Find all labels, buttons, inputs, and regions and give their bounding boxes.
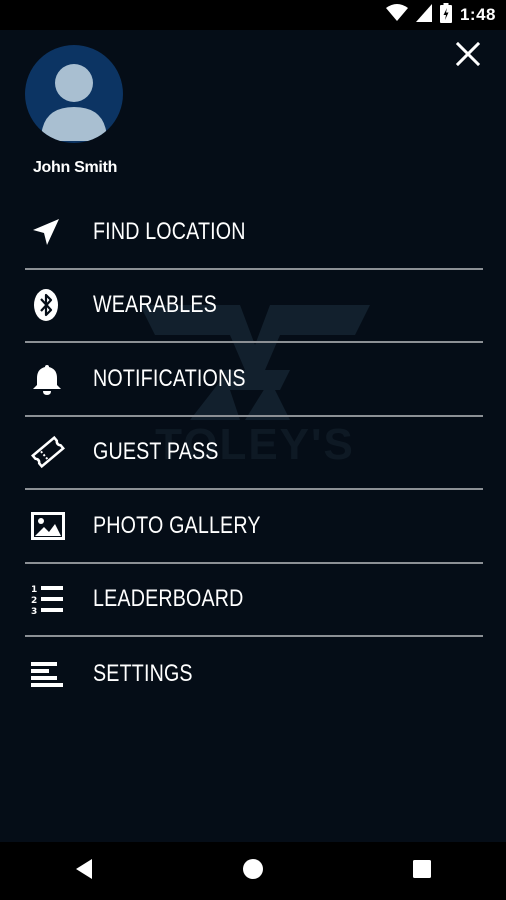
menu-item-label: GUEST PASS (93, 438, 219, 466)
menu-item-guest-pass[interactable]: GUEST PASS (25, 417, 483, 490)
home-button[interactable] (223, 842, 283, 900)
menu-item-find-location[interactable]: FIND LOCATION (25, 196, 483, 270)
user-name: John Smith (32, 159, 118, 176)
settings-lines-icon (25, 654, 73, 694)
menu-item-wearables[interactable]: WEARABLES (25, 270, 483, 343)
recents-button[interactable] (392, 842, 452, 900)
navigation-drawer: TOLEY'S John Smith FIND LOCATION WEARABL… (0, 30, 506, 842)
close-button[interactable] (450, 38, 486, 74)
status-bar: 1:48 (0, 0, 506, 30)
menu-item-label: FIND LOCATION (93, 217, 246, 245)
battery-icon (439, 2, 452, 28)
svg-text:3: 3 (31, 607, 37, 615)
avatar[interactable] (25, 45, 123, 143)
person-icon (25, 64, 123, 143)
home-icon (242, 858, 264, 885)
status-time: 1:48 (459, 5, 496, 24)
menu-item-label: PHOTO GALLERY (93, 511, 261, 539)
menu-item-label: SETTINGS (93, 659, 193, 687)
status-icons: 1:48 (385, 0, 496, 30)
cell-signal-icon (415, 3, 432, 27)
drawer-menu: FIND LOCATION WEARABLES NOTIFICATIONS GU… (25, 196, 483, 711)
back-icon (74, 858, 94, 885)
navigation-arrow-icon (25, 212, 73, 252)
menu-item-leaderboard[interactable]: 1 2 3 LEADERBOARD (25, 564, 483, 637)
numbered-list-icon: 1 2 3 (25, 579, 73, 619)
recents-icon (412, 859, 432, 884)
bell-icon (25, 359, 73, 399)
close-icon (455, 41, 481, 71)
svg-text:2: 2 (31, 596, 37, 606)
image-icon (25, 506, 73, 546)
menu-item-photo-gallery[interactable]: PHOTO GALLERY (25, 490, 483, 564)
menu-item-notifications[interactable]: NOTIFICATIONS (25, 343, 483, 417)
menu-item-label: LEADERBOARD (93, 585, 244, 613)
menu-item-label: NOTIFICATIONS (93, 364, 246, 392)
back-button[interactable] (54, 842, 114, 900)
bluetooth-icon (25, 285, 73, 325)
user-profile[interactable]: John Smith (25, 45, 125, 177)
menu-item-label: WEARABLES (93, 291, 217, 319)
svg-text:1: 1 (31, 585, 37, 595)
system-nav-bar (0, 842, 506, 900)
wifi-icon (385, 3, 408, 27)
ticket-icon (25, 432, 73, 472)
menu-item-settings[interactable]: SETTINGS (25, 637, 483, 711)
